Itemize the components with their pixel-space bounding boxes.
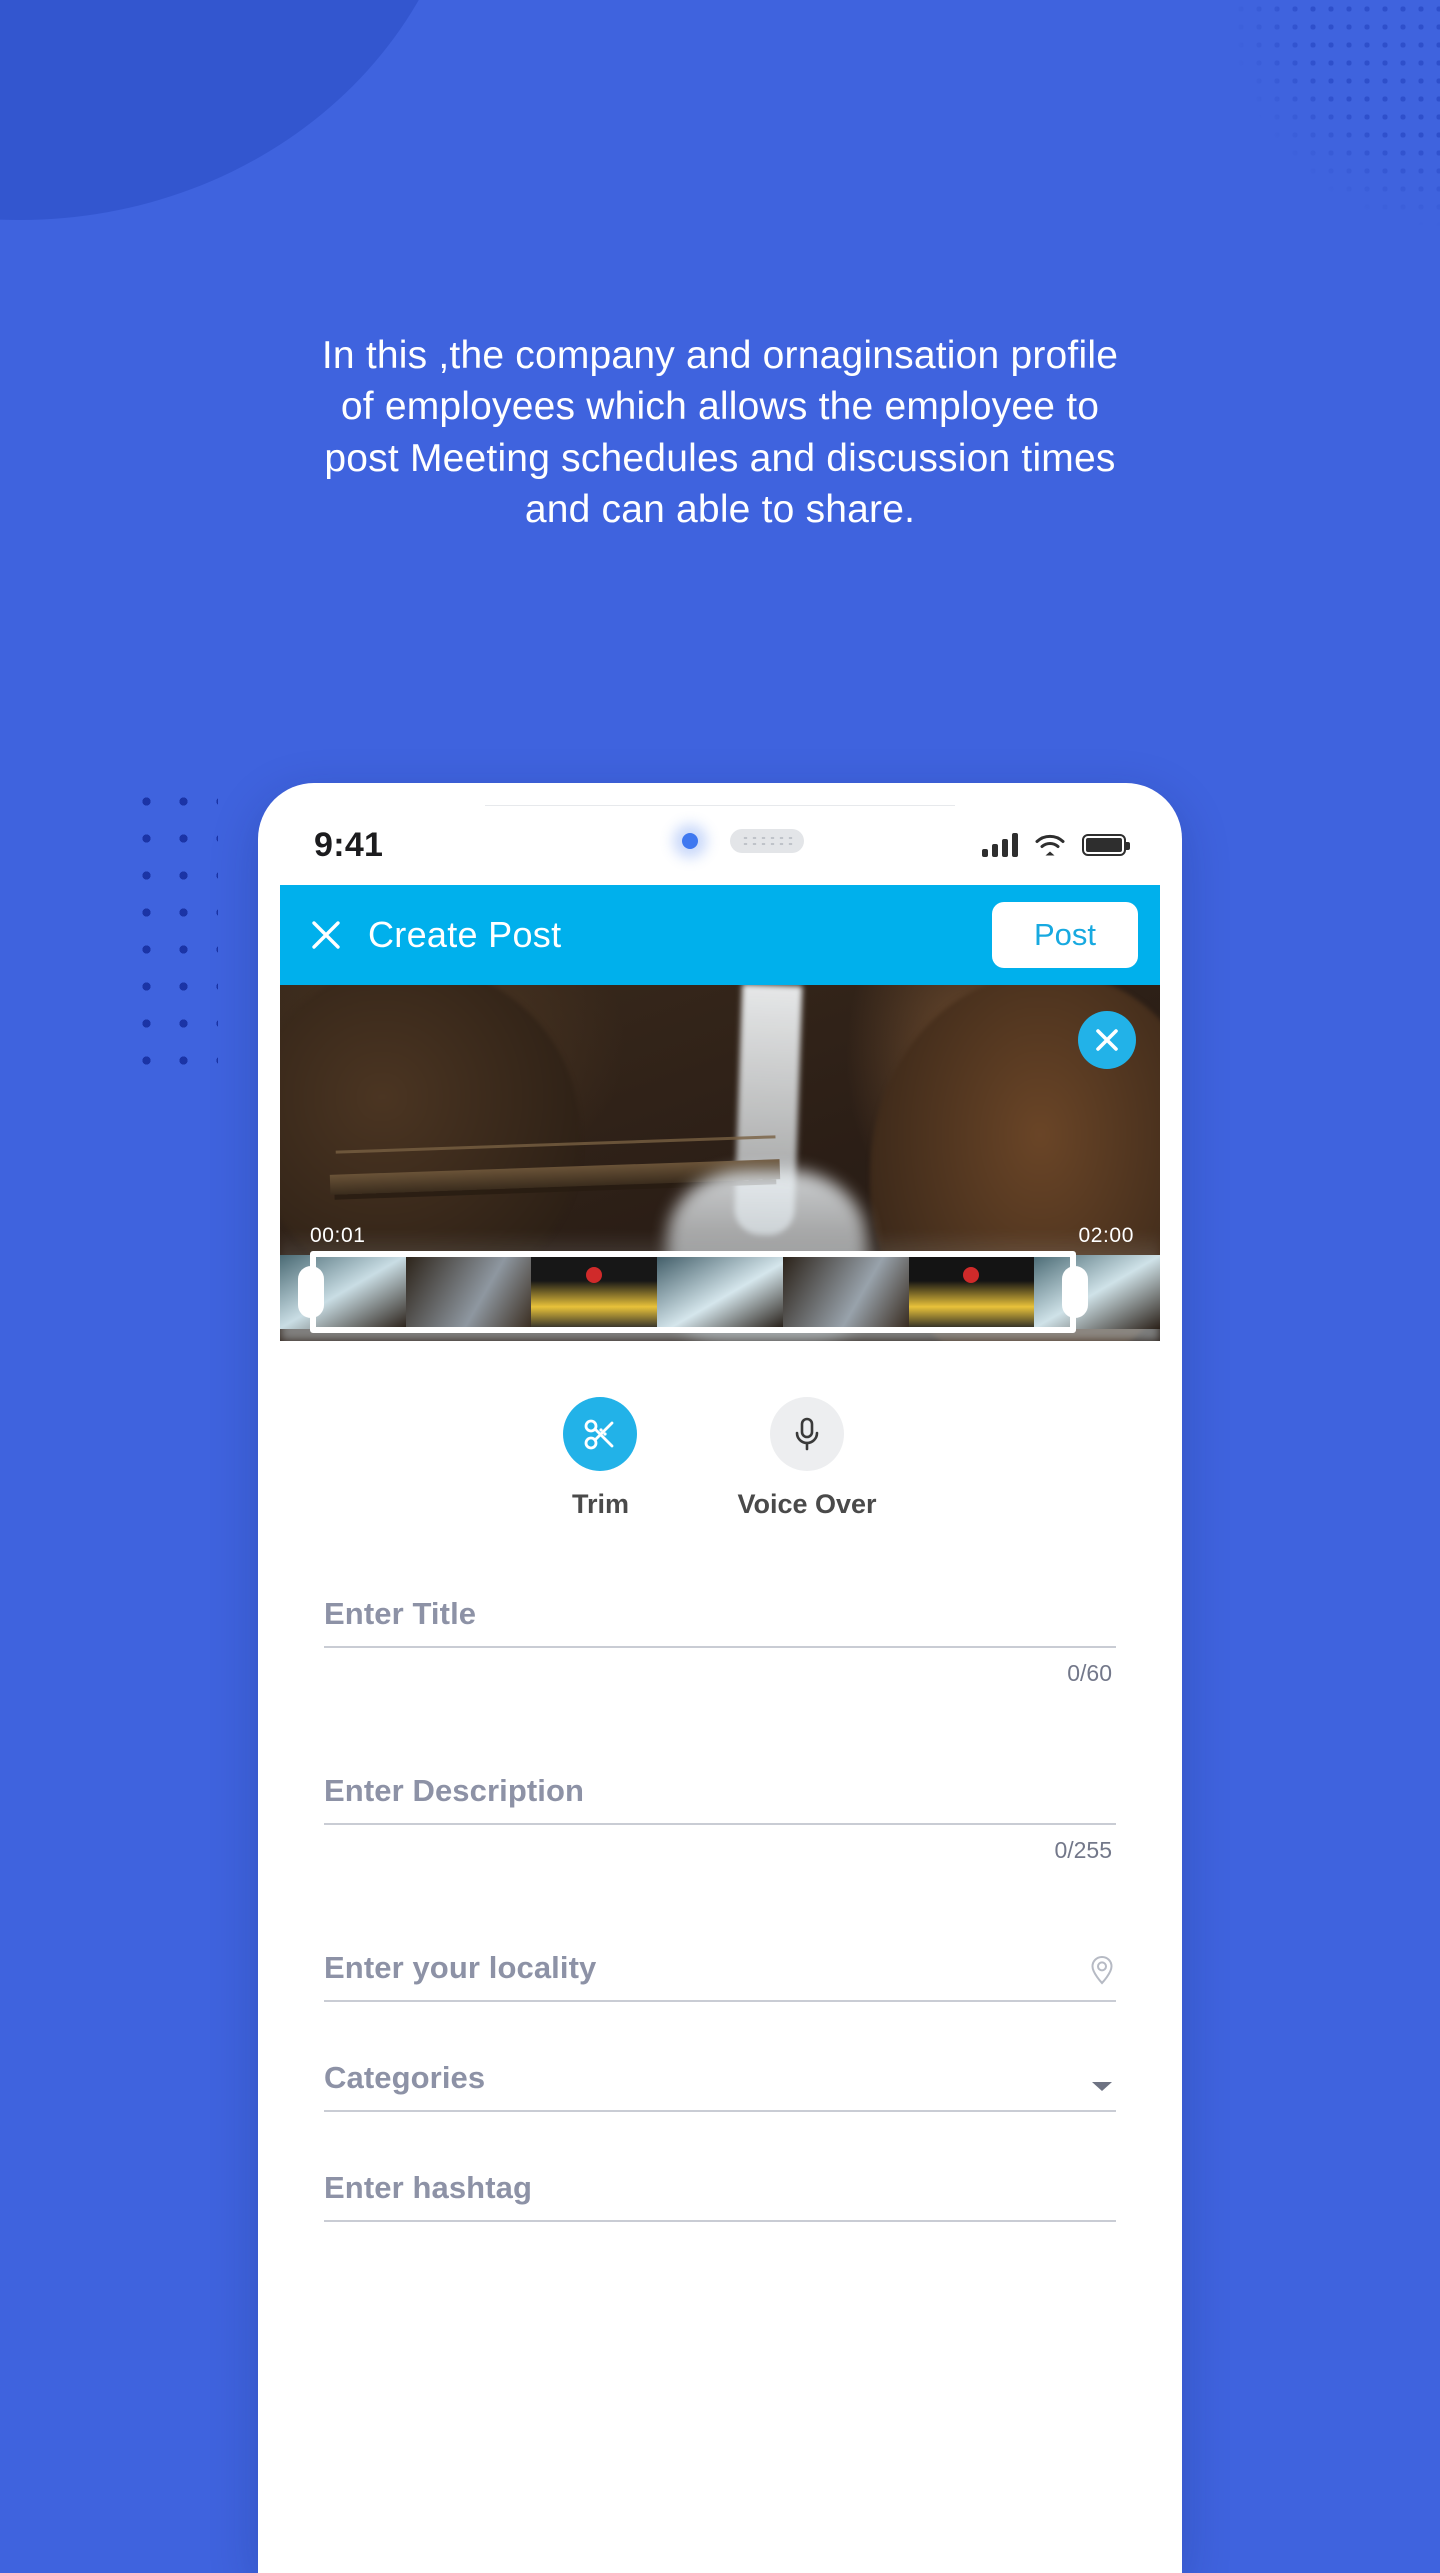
scissors-icon <box>563 1397 638 1471</box>
timeline-frame <box>531 1255 658 1329</box>
field-hashtag[interactable]: Enter hashtag <box>324 2170 1116 2222</box>
status-bar: 9:41 <box>280 805 1160 885</box>
timeline-frames[interactable] <box>280 1251 1160 1333</box>
tool-voice-over[interactable]: Voice Over <box>737 1397 877 1520</box>
location-pin-icon[interactable] <box>1088 1954 1116 1986</box>
status-icons <box>982 833 1130 857</box>
timeline-frame <box>908 1255 1035 1329</box>
close-circle-icon <box>1096 1029 1118 1051</box>
background-curve-stroke <box>0 0 608 283</box>
categories-select[interactable]: Categories <box>324 2060 485 2096</box>
field-locality[interactable]: Enter your locality <box>324 1950 1116 2002</box>
signal-icon <box>982 833 1018 857</box>
tool-trim-label: Trim <box>571 1489 629 1519</box>
trim-handle-right[interactable] <box>1062 1266 1088 1318</box>
remove-video-button[interactable] <box>1078 1011 1136 1069</box>
page-caption: In this ,the company and ornaginsation p… <box>321 334 1119 532</box>
title-counter: 0/60 <box>1067 1660 1112 1686</box>
timeline-start-time: 00:01 <box>310 1224 366 1247</box>
tool-trim[interactable]: Trim <box>563 1397 638 1520</box>
microphone-icon <box>769 1397 844 1471</box>
description-counter: 0/255 <box>1054 1837 1112 1863</box>
front-camera-icon <box>682 833 698 849</box>
description-input[interactable]: Enter Description <box>324 1773 584 1809</box>
timeline-times: 00:01 02:00 <box>280 1224 1160 1255</box>
close-icon[interactable] <box>306 915 346 955</box>
background-dots-topright <box>1160 0 1440 300</box>
notch-divider <box>485 805 955 806</box>
chevron-down-icon[interactable] <box>1088 2076 1116 2096</box>
timeline-frame <box>782 1255 909 1329</box>
field-description[interactable]: Enter Description 0/255 <box>324 1773 1116 1864</box>
phone-screen: 9:41 Create Post Post 00:01 02:00 Trim V… <box>280 805 1160 2573</box>
hashtag-input[interactable]: Enter hashtag <box>324 2170 532 2206</box>
earpiece-speaker-icon <box>730 829 804 853</box>
phone-mockup: 9:41 Create Post Post 00:01 02:00 Trim V… <box>258 783 1182 2573</box>
wifi-icon <box>1035 834 1065 856</box>
video-preview[interactable]: 00:01 02:00 <box>280 985 1160 1341</box>
field-categories[interactable]: Categories <box>324 2060 1116 2112</box>
page-title: Create Post <box>368 914 562 955</box>
status-time: 9:41 <box>314 825 384 864</box>
timeline-frame <box>1034 1255 1160 1329</box>
post-button[interactable]: Post <box>991 902 1138 968</box>
locality-input[interactable]: Enter your locality <box>324 1950 596 1986</box>
battery-icon <box>1082 834 1130 856</box>
title-input[interactable]: Enter Title <box>324 1596 476 1632</box>
editor-tools: Trim Voice Over <box>280 1341 1160 1520</box>
background-dots-left <box>128 783 218 1083</box>
app-bar: Create Post Post <box>280 885 1160 985</box>
timeline-end-time: 02:00 <box>1078 1224 1134 1247</box>
field-title[interactable]: Enter Title 0/60 <box>324 1596 1116 1687</box>
timeline-frame <box>405 1255 532 1329</box>
trim-handle-left[interactable] <box>298 1266 324 1318</box>
tool-voice-over-label: Voice Over <box>737 1489 877 1519</box>
video-timeline[interactable]: 00:01 02:00 <box>280 1224 1160 1333</box>
post-form: Enter Title 0/60 Enter Description 0/255… <box>280 1520 1160 2222</box>
timeline-frame <box>657 1255 783 1329</box>
